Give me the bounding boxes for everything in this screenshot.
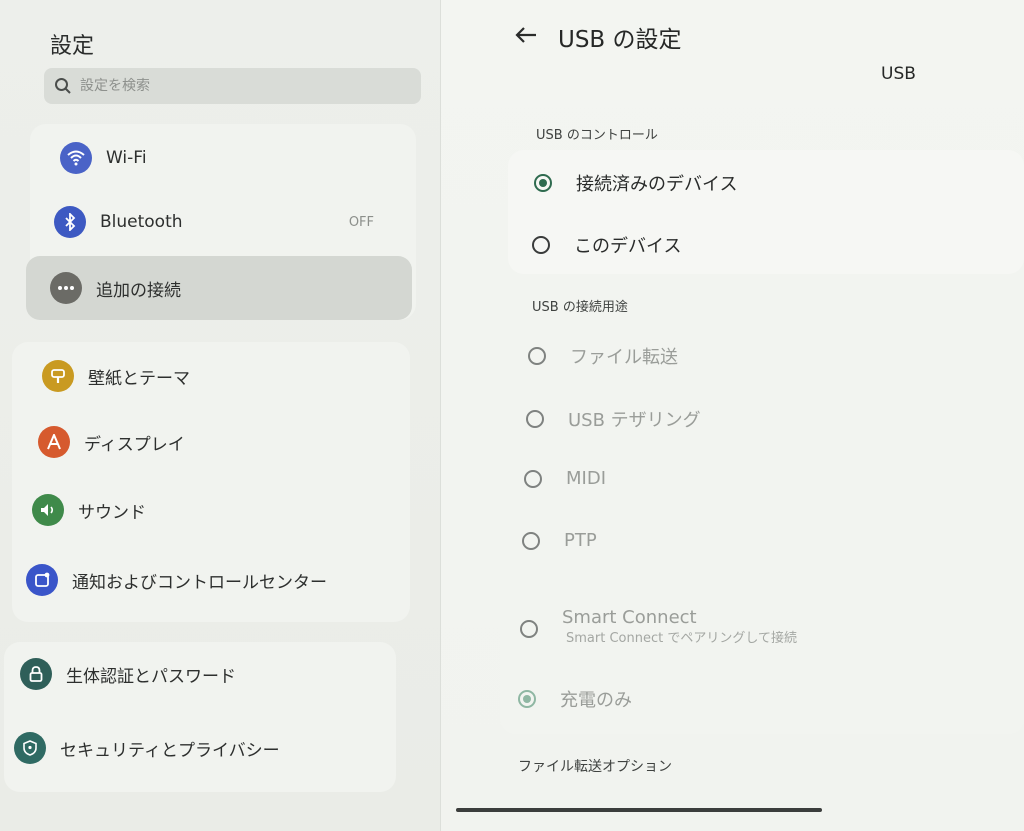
display-icon bbox=[38, 426, 70, 458]
sidebar-item-label: 追加の接続 bbox=[96, 280, 181, 301]
gesture-navigation-bar[interactable] bbox=[456, 808, 822, 812]
search-icon bbox=[55, 78, 71, 94]
search-input[interactable] bbox=[78, 77, 382, 95]
sidebar-item-wallpaper-theme[interactable]: 壁紙とテーマ bbox=[42, 348, 392, 404]
usb-header-label: USB bbox=[881, 64, 916, 84]
option-connected-device[interactable]: 接続済みのデバイス bbox=[534, 170, 737, 196]
radio-button[interactable] bbox=[528, 347, 546, 365]
sidebar-item-security-privacy[interactable]: セキュリティとプライバシー bbox=[14, 720, 390, 776]
option-label: PTP bbox=[564, 530, 597, 551]
option-label: MIDI bbox=[566, 468, 607, 489]
option-label: ファイル転送 bbox=[570, 347, 678, 368]
more-icon bbox=[50, 272, 82, 304]
radio-button[interactable] bbox=[534, 174, 552, 192]
option-ptp[interactable]: PTP bbox=[522, 530, 597, 551]
sidebar-item-label: セキュリティとプライバシー bbox=[60, 740, 280, 761]
bluetooth-icon bbox=[54, 206, 86, 238]
palette-icon bbox=[42, 360, 74, 392]
sidebar-item-display[interactable]: ディスプレイ bbox=[38, 414, 388, 470]
back-button[interactable] bbox=[510, 20, 542, 50]
radio-button[interactable] bbox=[520, 620, 538, 638]
sidebar-item-wifi[interactable]: Wi-Fi bbox=[60, 130, 400, 186]
sidebar-item-bluetooth[interactable]: Bluetooth OFF bbox=[54, 194, 400, 250]
page-title: USB の設定 bbox=[558, 27, 682, 53]
option-label: 充電のみ bbox=[560, 690, 632, 711]
sidebar-item-label: 壁紙とテーマ bbox=[88, 368, 190, 389]
radio-button[interactable] bbox=[524, 469, 542, 488]
back-arrow-icon bbox=[515, 27, 536, 43]
radio-button[interactable] bbox=[526, 410, 544, 428]
option-label: 接続済みのデバイス bbox=[576, 174, 738, 195]
sidebar: 設定 Wi-Fi Bluetooth OFF bbox=[0, 0, 440, 831]
lock-icon bbox=[20, 658, 52, 690]
smart-connect-description: Smart Connect でペアリングして接続 bbox=[566, 631, 797, 646]
search-bar[interactable] bbox=[44, 68, 421, 104]
settings-title: 設定 bbox=[50, 34, 95, 59]
sidebar-item-label: Bluetooth bbox=[100, 212, 183, 232]
notification-icon bbox=[26, 564, 58, 596]
sidebar-item-label: サウンド bbox=[78, 502, 146, 523]
sidebar-item-biometrics-password[interactable]: 生体認証とパスワード bbox=[20, 646, 390, 702]
option-label: USB テザリング bbox=[568, 410, 701, 431]
sidebar-item-additional-connections[interactable]: 追加の接続 bbox=[26, 256, 412, 320]
sidebar-item-label: ディスプレイ bbox=[84, 434, 185, 455]
option-charge-only[interactable]: 充電のみ bbox=[518, 686, 632, 712]
option-label: Smart Connect bbox=[562, 606, 697, 628]
radio-button[interactable] bbox=[522, 531, 540, 550]
sidebar-item-notifications[interactable]: 通知およびコントロールセンター bbox=[26, 552, 410, 608]
option-midi[interactable]: MIDI bbox=[524, 468, 606, 489]
option-this-device[interactable]: このデバイス bbox=[532, 232, 681, 258]
sidebar-item-label: 通知およびコントロールセンター bbox=[72, 572, 327, 593]
usb-usage-section-label: USB の接続用途 bbox=[532, 300, 628, 315]
shield-icon bbox=[14, 732, 46, 764]
option-label: このデバイス bbox=[574, 236, 682, 257]
sidebar-item-sound[interactable]: サウンド bbox=[32, 482, 382, 538]
option-file-transfer[interactable]: ファイル転送 bbox=[528, 343, 678, 369]
speaker-icon bbox=[32, 494, 64, 526]
radio-button[interactable] bbox=[532, 236, 550, 254]
bluetooth-status: OFF bbox=[348, 214, 374, 230]
file-transfer-options-label: ファイル転送オプション bbox=[518, 759, 672, 775]
option-usb-tethering[interactable]: USB テザリング bbox=[526, 406, 701, 432]
sidebar-item-label: 生体認証とパスワード bbox=[66, 666, 236, 687]
sidebar-item-label: Wi-Fi bbox=[106, 148, 147, 168]
wifi-icon bbox=[60, 142, 92, 174]
usb-usage-card bbox=[500, 322, 1024, 734]
radio-button[interactable] bbox=[518, 690, 536, 708]
usb-control-section-label: USB のコントロール bbox=[536, 128, 658, 143]
